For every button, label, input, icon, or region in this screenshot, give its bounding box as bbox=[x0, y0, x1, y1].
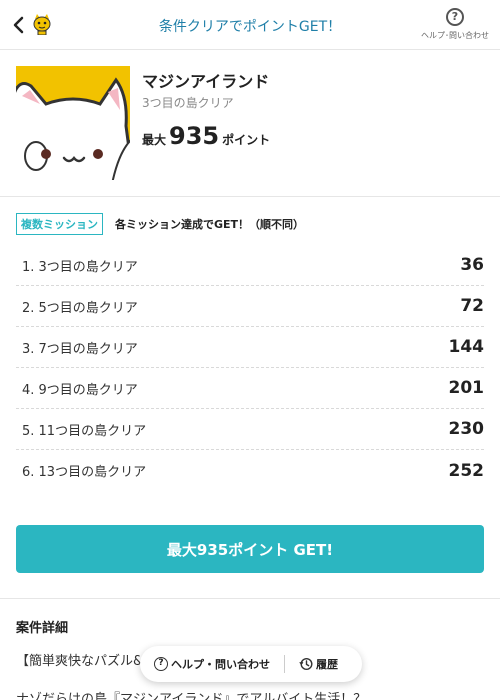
points-unit: ポイント bbox=[222, 133, 271, 147]
float-help-button[interactable]: ? ヘルプ・問い合わせ bbox=[154, 656, 270, 672]
mission-label: 6. 13つ目の島クリア bbox=[22, 465, 147, 480]
mission-row: 4. 9つ目の島クリア 201 bbox=[16, 368, 484, 409]
separator bbox=[284, 655, 285, 673]
question-circle-icon: ? bbox=[154, 657, 168, 671]
mission-list: 1. 3つ目の島クリア 36 2. 5つ目の島クリア 72 3. 7つ目の島クリ… bbox=[16, 245, 484, 491]
campaign-title: マジンアイランド bbox=[142, 72, 270, 91]
mission-points: 252 bbox=[448, 460, 485, 481]
mission-row: 2. 5つ目の島クリア 72 bbox=[16, 286, 484, 327]
floating-action-bar: ? ヘルプ・問い合わせ 履歴 bbox=[140, 646, 362, 682]
get-points-button[interactable]: 最大935ポイント GET! bbox=[16, 525, 484, 573]
mission-row: 3. 7つ目の島クリア 144 bbox=[16, 327, 484, 368]
mission-points: 72 bbox=[460, 296, 484, 316]
campaign-subtitle: 3つ目の島クリア bbox=[142, 96, 234, 110]
multi-mission-badge: 複数ミッション bbox=[16, 213, 103, 235]
details-text-line: 【簡単爽快なパズル& bbox=[16, 654, 144, 669]
help-contact-label: ヘルプ･問い合わせ bbox=[421, 31, 489, 40]
mission-label: 3. 7つ目の島クリア bbox=[22, 341, 138, 357]
section-divider bbox=[0, 598, 500, 599]
app-header: 条件クリアでポイントGET！ ? ヘルプ･問い合わせ bbox=[0, 0, 500, 50]
history-button[interactable]: 履歴 bbox=[299, 656, 338, 672]
mission-row: 1. 3つ目の島クリア 36 bbox=[16, 245, 484, 286]
history-icon bbox=[299, 657, 313, 671]
max-prefix: 最大 bbox=[142, 133, 167, 147]
help-contact-button[interactable]: ? ヘルプ･問い合わせ bbox=[418, 8, 492, 41]
cat-character-image bbox=[16, 66, 130, 180]
mission-row: 6. 13つ目の島クリア 252 bbox=[16, 450, 484, 491]
details-text-line: ナゾだらけの島『マジンアイランド』でアルバイト生活！？ bbox=[16, 692, 367, 700]
mission-points: 201 bbox=[448, 378, 485, 398]
mission-label: 1. 3つ目の島クリア bbox=[22, 259, 138, 275]
mission-label: 5. 11つ目の島クリア bbox=[22, 423, 147, 439]
campaign-thumbnail bbox=[16, 66, 130, 180]
float-help-label: ヘルプ・問い合わせ bbox=[171, 658, 270, 671]
mission-points: 144 bbox=[448, 337, 485, 357]
history-label: 履歴 bbox=[316, 658, 338, 671]
mission-points: 230 bbox=[448, 419, 485, 439]
max-points: 最大 935 ポイント bbox=[142, 122, 270, 150]
mission-points: 36 bbox=[460, 255, 484, 275]
mission-note: 各ミッション達成でGET！（順不同） bbox=[115, 218, 305, 231]
mission-label: 4. 9つ目の島クリア bbox=[22, 382, 138, 398]
mission-header: 複数ミッション 各ミッション達成でGET！（順不同） bbox=[16, 213, 304, 235]
question-circle-icon: ? bbox=[446, 8, 464, 26]
max-points-value: 935 bbox=[169, 122, 220, 150]
details-title: 案件詳細 bbox=[16, 621, 69, 636]
mission-row: 5. 11つ目の島クリア 230 bbox=[16, 409, 484, 450]
mission-label: 2. 5つ目の島クリア bbox=[22, 300, 138, 316]
campaign-summary: マジンアイランド 3つ目の島クリア 最大 935 ポイント bbox=[0, 50, 500, 197]
